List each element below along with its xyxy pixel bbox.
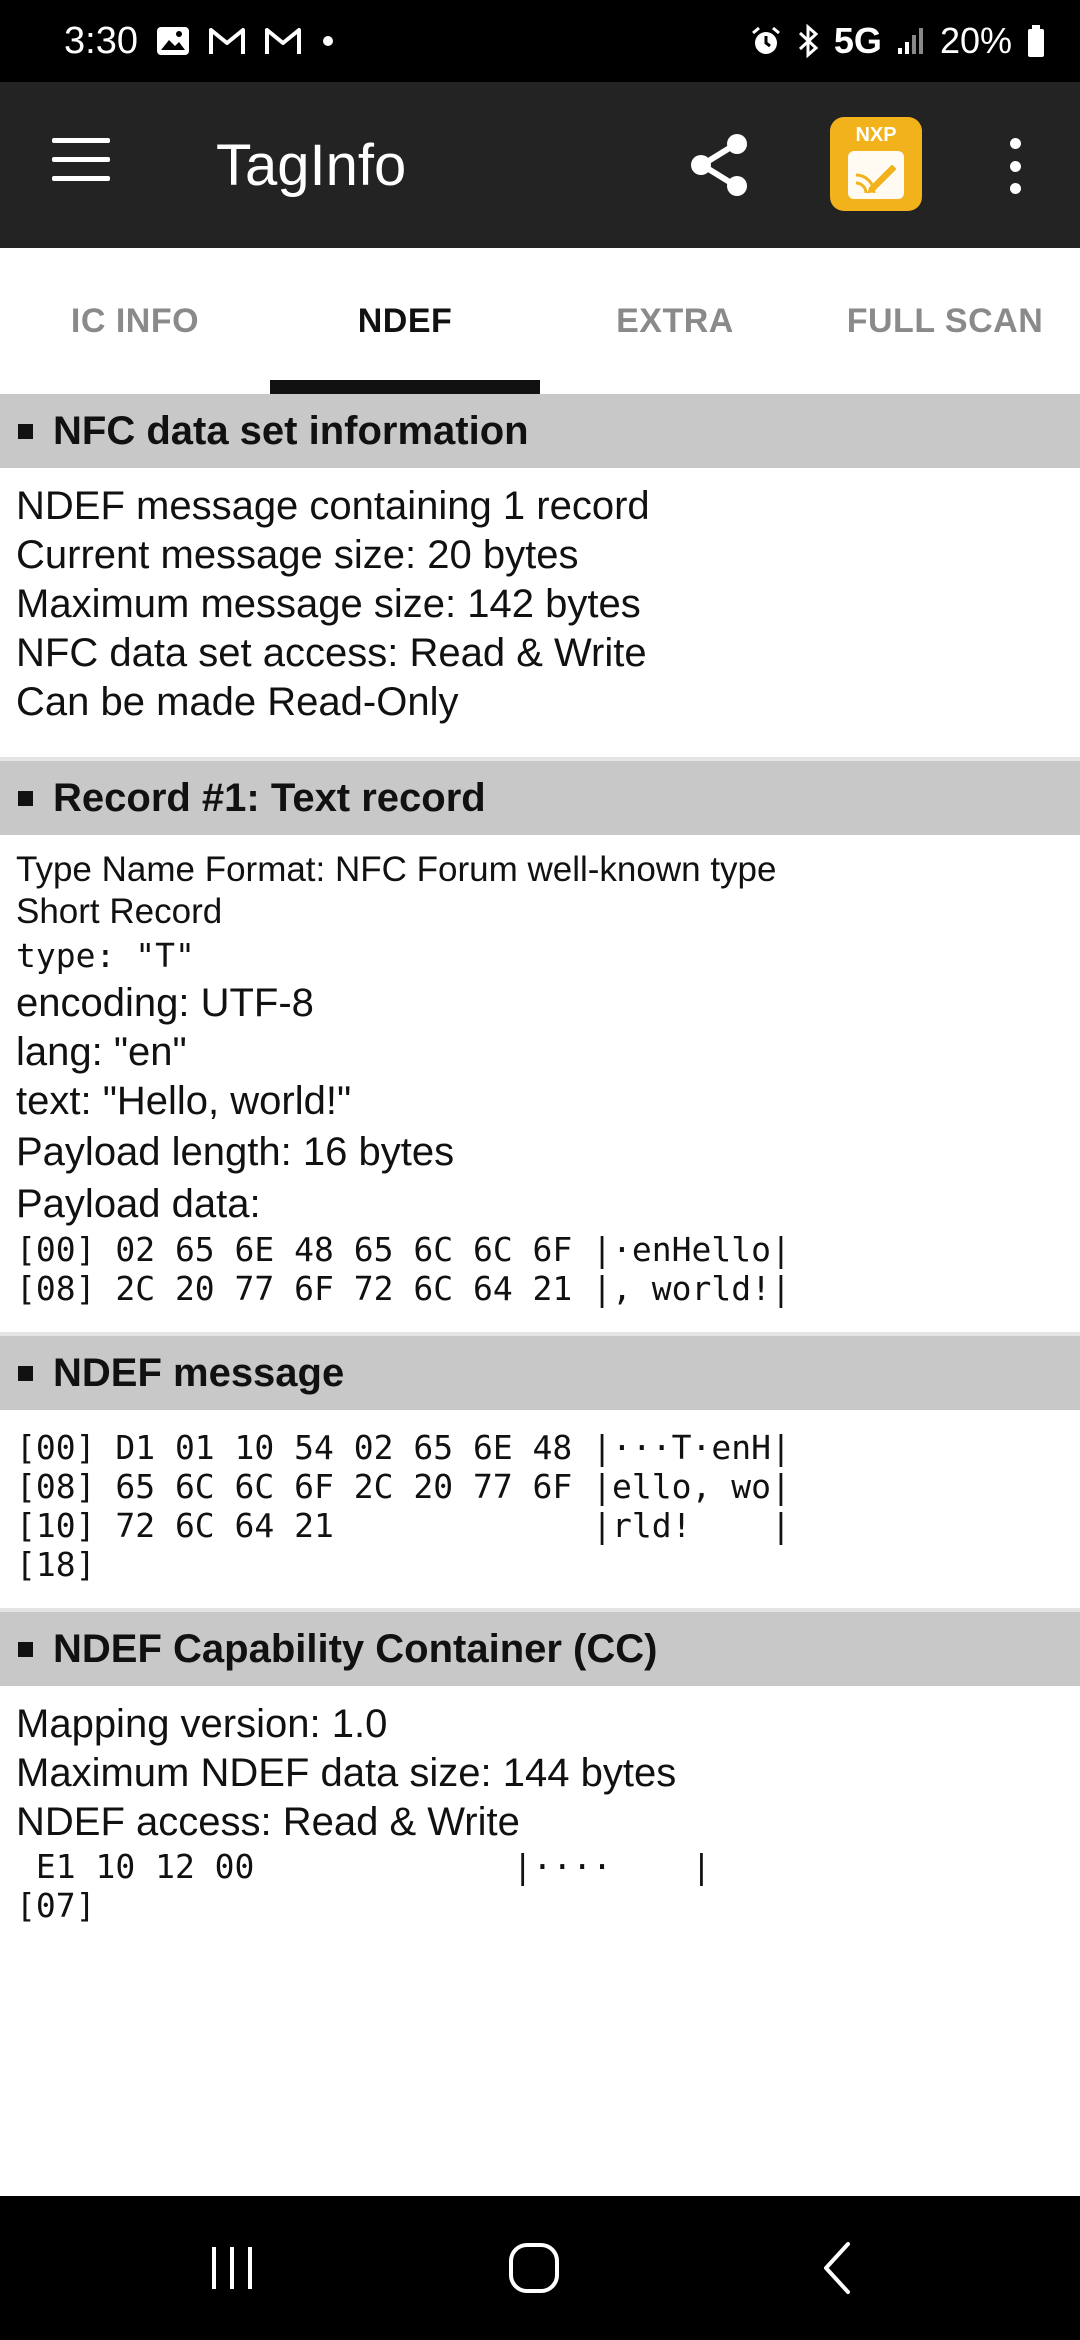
status-left: 3:30 (64, 20, 336, 63)
tab-ic-info[interactable]: IC INFO (0, 248, 270, 394)
recent-apps-icon[interactable] (192, 2236, 272, 2300)
section-title: Record #1: Text record (53, 775, 486, 820)
share-icon[interactable] (688, 132, 752, 198)
signal-icon (896, 26, 926, 56)
record-tnf: Type Name Format: NFC Forum well-known t… (16, 850, 777, 889)
tab-bar: IC INFO NDEF EXTRA FULL SCAN (0, 248, 1080, 394)
bullet-icon (18, 790, 33, 806)
ndef-content: NFC data set information NDEF message co… (0, 394, 1080, 1943)
section-title: NDEF message (53, 1350, 345, 1395)
gallery-icon (156, 26, 190, 56)
section-header-record-1: Record #1: Text record (0, 761, 1080, 835)
record-type: type: "T" (16, 936, 195, 975)
alarm-icon (750, 25, 782, 57)
gmail-icon (264, 26, 302, 56)
record-payload-length: Payload length: 16 bytes (16, 1130, 455, 1174)
tab-extra[interactable]: EXTRA (540, 248, 810, 394)
network-type: 5G (833, 20, 882, 61)
overflow-menu-icon[interactable] (1000, 138, 1030, 194)
status-right: 5G 20% (750, 20, 1046, 62)
cc-line: Mapping version: 1.0 (16, 1702, 388, 1746)
info-line: NDEF message containing 1 record (16, 484, 650, 528)
tab-full-scan[interactable]: FULL SCAN (810, 248, 1080, 394)
record-lang: lang: "en" (16, 1030, 187, 1074)
bluetooth-icon (796, 24, 820, 58)
dot-icon (320, 33, 336, 49)
cc-hex-line: [07] (16, 1886, 96, 1925)
cc-line: Maximum NDEF data size: 144 bytes (16, 1751, 677, 1795)
record-short: Short Record (16, 892, 223, 931)
section-header-nfc-info: NFC data set information (0, 394, 1080, 468)
record-text: text: "Hello, world!" (16, 1079, 352, 1123)
section-title: NDEF Capability Container (CC) (53, 1626, 658, 1671)
section-body-nfc-info: NDEF message containing 1 record Current… (0, 468, 1080, 757)
section-body-record-1: Type Name Format: NFC Forum well-known t… (0, 835, 1080, 1332)
nxp-logo-text: NXP (855, 124, 896, 146)
status-time: 3:30 (64, 19, 138, 62)
cc-line: NDEF access: Read & Write (16, 1800, 520, 1844)
app-bar: TagInfo NXP (0, 82, 1080, 248)
back-icon[interactable] (798, 2236, 878, 2300)
home-icon[interactable] (494, 2236, 574, 2300)
bullet-icon (18, 423, 33, 439)
info-line: NFC data set access: Read & Write (16, 631, 647, 675)
nxp-logo-button[interactable]: NXP (830, 117, 922, 211)
section-body-ndef-message: [00] D1 01 10 54 02 65 6E 48 |···T·enH| … (0, 1410, 1080, 1608)
record-payload-label: Payload data: (16, 1182, 261, 1226)
message-hex-line: [10] 72 6C 64 21 |rld! | (16, 1506, 791, 1545)
bullet-icon (18, 1641, 33, 1657)
message-hex-line: [18] (16, 1545, 96, 1584)
payload-hex-line: [00] 02 65 6E 48 65 6C 6C 6F |·enHello| (16, 1230, 791, 1269)
section-title: NFC data set information (53, 408, 529, 453)
app-title: TagInfo (216, 133, 407, 198)
record-encoding: encoding: UTF-8 (16, 981, 314, 1025)
payload-hex-line: [08] 2C 20 77 6F 72 6C 64 21 |, world!| (16, 1269, 791, 1308)
info-line: Can be made Read-Only (16, 680, 459, 724)
section-body-capability-container: Mapping version: 1.0 Maximum NDEF data s… (0, 1686, 1080, 1943)
system-nav-bar (0, 2196, 1080, 2340)
status-bar: 3:30 5G 20% (0, 0, 1080, 82)
gmail-icon (208, 26, 246, 56)
cc-hex-line: E1 10 12 00 |···· | (16, 1847, 712, 1886)
info-line: Maximum message size: 142 bytes (16, 582, 641, 626)
battery-percent: 20% (939, 20, 1012, 61)
section-header-capability-container: NDEF Capability Container (CC) (0, 1612, 1080, 1686)
section-header-ndef-message: NDEF message (0, 1336, 1080, 1410)
battery-icon (1026, 24, 1046, 58)
message-hex-line: [08] 65 6C 6C 6F 2C 20 77 6F |ello, wo| (16, 1467, 791, 1506)
bullet-icon (18, 1365, 33, 1381)
tab-ndef[interactable]: NDEF (270, 248, 540, 394)
hamburger-menu-icon[interactable] (52, 138, 112, 192)
info-line: Current message size: 20 bytes (16, 533, 579, 577)
message-hex-line: [00] D1 01 10 54 02 65 6E 48 |···T·enH| (16, 1428, 791, 1467)
